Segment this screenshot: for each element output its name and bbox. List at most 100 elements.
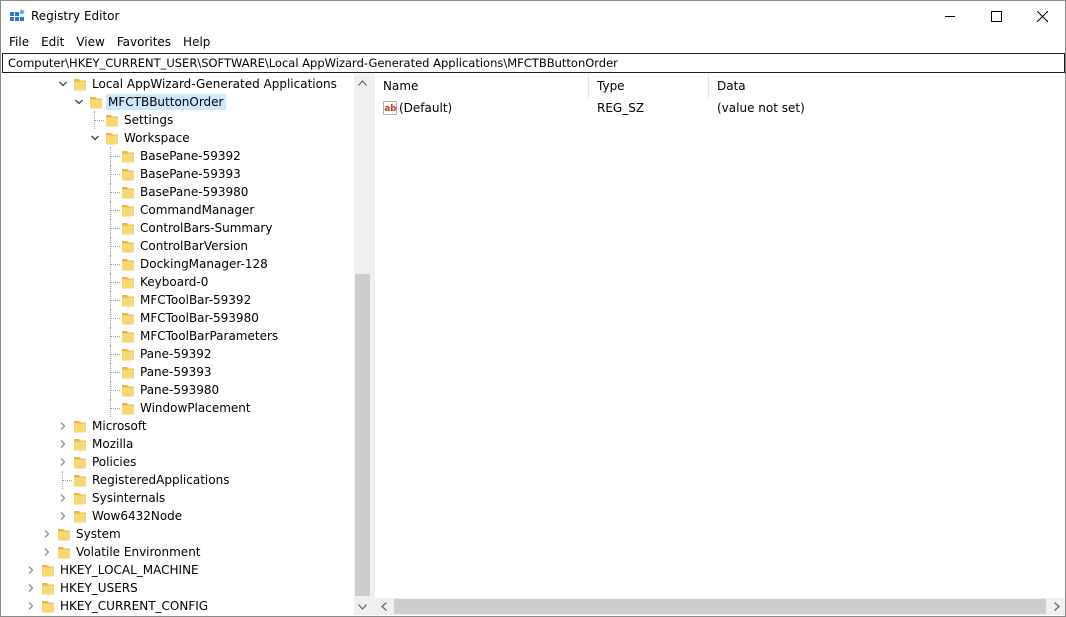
- tree-item[interactable]: CommandManager: [2, 201, 353, 219]
- menu-help[interactable]: Help: [177, 32, 216, 52]
- folder-icon: [74, 511, 86, 523]
- chevron-right-icon[interactable]: [58, 511, 68, 521]
- tree-item-label: Keyboard-0: [140, 275, 209, 289]
- chevron-right-icon[interactable]: [58, 493, 68, 503]
- tree-item[interactable]: MFCToolBarParameters: [2, 327, 353, 345]
- tree-item-label: Settings: [124, 113, 174, 127]
- chevron-down-icon[interactable]: [90, 133, 100, 143]
- tree-item[interactable]: MFCToolBar-593980: [2, 309, 353, 327]
- tree-item[interactable]: Pane-59392: [2, 345, 353, 363]
- folder-icon: [122, 277, 134, 289]
- chevron-down-icon[interactable]: [74, 97, 84, 107]
- chevron-right-icon[interactable]: [58, 457, 68, 467]
- chevron-down-icon: [358, 603, 367, 610]
- chevron-up-icon: [358, 79, 367, 86]
- table-row[interactable]: ab (Default) REG_SZ (value not set): [375, 99, 1065, 117]
- menu-file[interactable]: File: [3, 32, 35, 52]
- folder-icon: [122, 187, 134, 199]
- value-data: (value not set): [717, 101, 805, 115]
- tree-connector: [110, 372, 120, 373]
- tree-item[interactable]: System: [2, 525, 353, 543]
- tree-item-label: RegisteredApplications: [92, 473, 230, 487]
- tree-item[interactable]: Mozilla: [2, 435, 353, 453]
- scroll-down-button[interactable]: [354, 598, 370, 615]
- menu-favorites[interactable]: Favorites: [111, 32, 177, 52]
- chevron-right-icon[interactable]: [26, 565, 36, 575]
- chevron-right-icon[interactable]: [42, 529, 52, 539]
- chevron-right-icon[interactable]: [26, 583, 36, 593]
- tree-connector: [110, 264, 120, 265]
- tree-item-label: HKEY_USERS: [60, 581, 138, 595]
- chevron-right-icon[interactable]: [58, 439, 68, 449]
- window-title: Registry Editor: [31, 9, 120, 23]
- chevron-right-icon[interactable]: [26, 601, 36, 611]
- chevron-right-icon[interactable]: [58, 421, 68, 431]
- tree-item[interactable]: BasePane-59392: [2, 147, 353, 165]
- tree-connector: [110, 345, 111, 363]
- value-list[interactable]: Name Type Data ab (Default) REG_SZ (valu…: [375, 74, 1065, 615]
- tree-item[interactable]: Volatile Environment: [2, 543, 353, 561]
- svg-text:ab: ab: [385, 104, 397, 114]
- tree-item[interactable]: Wow6432Node: [2, 507, 353, 525]
- tree-item[interactable]: MFCTBButtonOrder: [2, 93, 353, 111]
- key-tree[interactable]: Local AppWizard-Generated Applications MF…: [2, 74, 370, 615]
- minimize-button[interactable]: [927, 1, 973, 31]
- tree-connector: [110, 156, 120, 157]
- title-bar[interactable]: Registry Editor: [1, 1, 1065, 31]
- tree-item[interactable]: Pane-593980: [2, 381, 353, 399]
- tree-item-label: ControlBarVersion: [140, 239, 249, 253]
- scroll-left-button[interactable]: [375, 598, 392, 615]
- tree-item[interactable]: Microsoft: [2, 417, 353, 435]
- tree-connector: [110, 291, 111, 309]
- scroll-right-button[interactable]: [1048, 598, 1065, 615]
- tree-item[interactable]: Policies: [2, 453, 353, 471]
- address-bar[interactable]: Computer\HKEY_CURRENT_USER\SOFTWARE\Loca…: [2, 53, 1065, 73]
- tree-item[interactable]: BasePane-593980: [2, 183, 353, 201]
- close-button[interactable]: [1019, 1, 1065, 31]
- menu-edit[interactable]: Edit: [35, 32, 70, 52]
- tree-scroll-thumb[interactable]: [355, 274, 370, 596]
- tree-item[interactable]: WindowPlacement: [2, 399, 353, 417]
- tree-connector: [94, 111, 95, 129]
- tree-connector: [110, 192, 120, 193]
- column-data-header[interactable]: Data: [709, 74, 1065, 99]
- tree-item-label: DockingManager-128: [140, 257, 268, 271]
- folder-icon: [122, 349, 134, 361]
- scroll-up-button[interactable]: [354, 74, 370, 91]
- list-scroll-thumb[interactable]: [394, 599, 1046, 614]
- tree-connector: [110, 255, 111, 273]
- tree-item[interactable]: Local AppWizard-Generated Applications: [2, 75, 353, 93]
- tree-item[interactable]: HKEY_LOCAL_MACHINE: [2, 561, 353, 579]
- tree-item[interactable]: ControlBars-Summary: [2, 219, 353, 237]
- folder-icon: [122, 151, 134, 163]
- tree-connector: [110, 183, 111, 201]
- tree-item[interactable]: BasePane-59393: [2, 165, 353, 183]
- tree-item-label: Local AppWizard-Generated Applications: [92, 77, 337, 91]
- tree-item[interactable]: HKEY_CURRENT_CONFIG: [2, 597, 353, 615]
- tree-vertical-scrollbar[interactable]: [354, 74, 370, 615]
- tree-item[interactable]: Settings: [2, 111, 353, 129]
- maximize-button[interactable]: [973, 1, 1019, 31]
- folder-icon: [106, 133, 118, 145]
- column-type-header[interactable]: Type: [589, 74, 709, 99]
- menu-view[interactable]: View: [70, 32, 110, 52]
- tree-item-label: Pane-593980: [140, 383, 220, 397]
- tree-item-label-selected: MFCTBButtonOrder: [106, 94, 226, 110]
- tree-item[interactable]: DockingManager-128: [2, 255, 353, 273]
- tree-item[interactable]: Workspace: [2, 129, 353, 147]
- tree-item[interactable]: Pane-59393: [2, 363, 353, 381]
- column-name-header[interactable]: Name: [375, 74, 589, 99]
- chevron-right-icon: [1053, 602, 1060, 611]
- tree-item[interactable]: Keyboard-0: [2, 273, 353, 291]
- tree-item[interactable]: HKEY_USERS: [2, 579, 353, 597]
- tree-item[interactable]: MFCToolBar-59392: [2, 291, 353, 309]
- registry-editor-icon: [10, 9, 25, 21]
- chevron-down-icon[interactable]: [58, 79, 68, 89]
- tree-item[interactable]: RegisteredApplications: [2, 471, 353, 489]
- chevron-right-icon[interactable]: [42, 547, 52, 557]
- tree-item[interactable]: ControlBarVersion: [2, 237, 353, 255]
- tree-item[interactable]: Sysinternals: [2, 489, 353, 507]
- tree-connector: [110, 318, 120, 319]
- folder-icon: [122, 313, 134, 325]
- list-horizontal-scrollbar[interactable]: [375, 598, 1065, 615]
